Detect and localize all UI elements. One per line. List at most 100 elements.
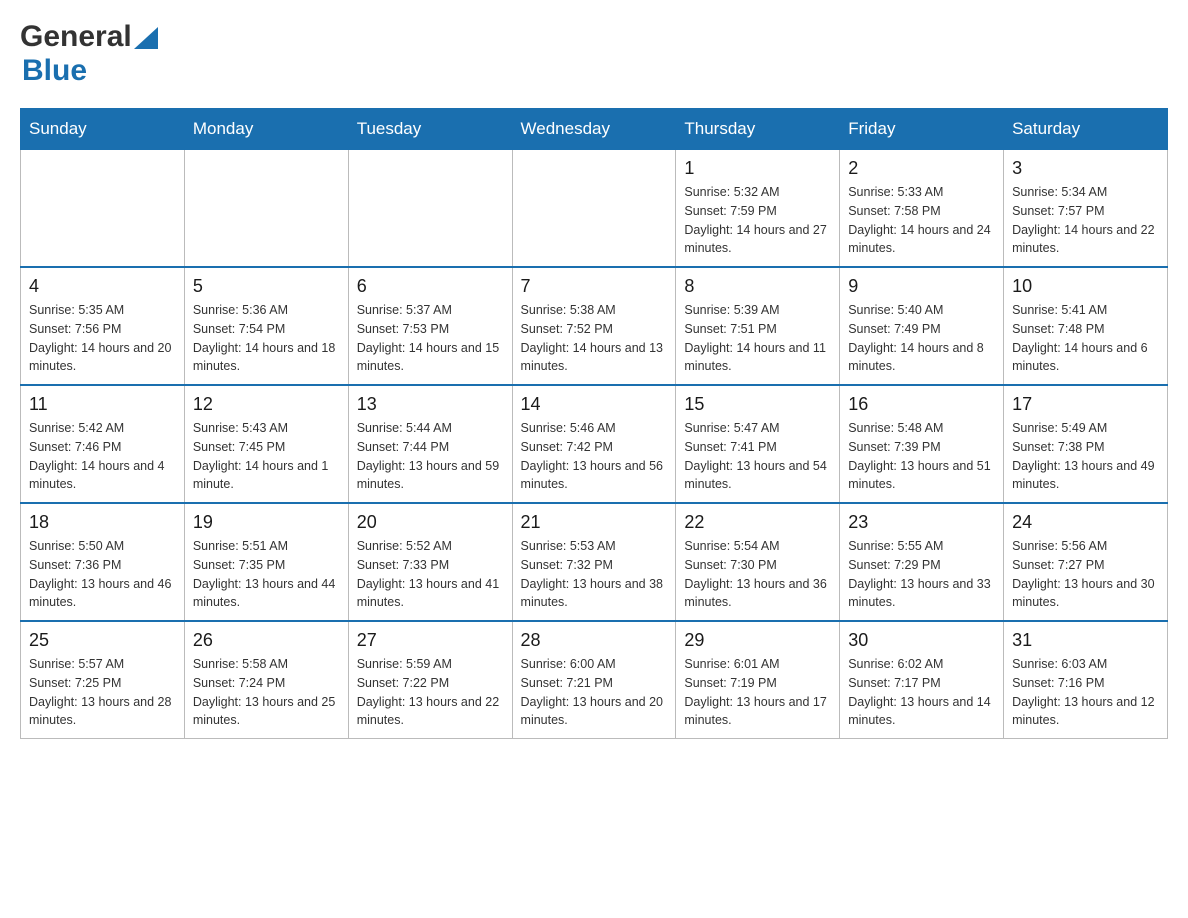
calendar-cell: 30 Sunrise: 6:02 AM Sunset: 7:17 PM Dayli…	[840, 621, 1004, 739]
calendar-cell: 24Sunrise: 5:56 AM Sunset: 7:27 PM Dayli…	[1004, 503, 1168, 621]
day-info: Sunrise: 5:38 AM Sunset: 7:52 PM Dayligh…	[521, 301, 668, 376]
day-info: Sunrise: 5:35 AM Sunset: 7:56 PM Dayligh…	[29, 301, 176, 376]
calendar-header-row: SundayMondayTuesdayWednesdayThursdayFrid…	[21, 109, 1168, 150]
day-number: 26	[193, 630, 340, 651]
day-info: Sunrise: 5:37 AM Sunset: 7:53 PM Dayligh…	[357, 301, 504, 376]
day-number: 29	[684, 630, 831, 651]
day-number: 18	[29, 512, 176, 533]
weekday-header-wednesday: Wednesday	[512, 109, 676, 150]
day-info: Sunrise: 5:46 AM Sunset: 7:42 PM Dayligh…	[521, 419, 668, 494]
day-number: 22	[684, 512, 831, 533]
day-number: 31	[1012, 630, 1159, 651]
day-info: Sunrise: 5:54 AM Sunset: 7:30 PM Dayligh…	[684, 537, 831, 612]
calendar-cell: 5 Sunrise: 5:36 AM Sunset: 7:54 PM Daylig…	[184, 267, 348, 385]
day-info: Sunrise: 6:00 AM Sunset: 7:21 PM Dayligh…	[521, 655, 668, 730]
calendar-cell: 14 Sunrise: 5:46 AM Sunset: 7:42 PM Dayli…	[512, 385, 676, 503]
calendar-cell: 26 Sunrise: 5:58 AM Sunset: 7:24 PM Dayli…	[184, 621, 348, 739]
day-info: Sunrise: 5:52 AM Sunset: 7:33 PM Dayligh…	[357, 537, 504, 612]
weekday-header-saturday: Saturday	[1004, 109, 1168, 150]
calendar-cell: 1 Sunrise: 5:32 AM Sunset: 7:59 PM Daylig…	[676, 150, 840, 268]
day-info: Sunrise: 5:56 AM Sunset: 7:27 PM Dayligh…	[1012, 537, 1159, 612]
day-info: Sunrise: 5:51 AM Sunset: 7:35 PM Dayligh…	[193, 537, 340, 612]
calendar-week-5: 25Sunrise: 5:57 AM Sunset: 7:25 PM Dayli…	[21, 621, 1168, 739]
day-info: Sunrise: 5:39 AM Sunset: 7:51 PM Dayligh…	[684, 301, 831, 376]
calendar-cell: 10 Sunrise: 5:41 AM Sunset: 7:48 PM Dayli…	[1004, 267, 1168, 385]
day-number: 17	[1012, 394, 1159, 415]
calendar-cell: 15 Sunrise: 5:47 AM Sunset: 7:41 PM Dayli…	[676, 385, 840, 503]
calendar-cell: 28 Sunrise: 6:00 AM Sunset: 7:21 PM Dayli…	[512, 621, 676, 739]
day-number: 14	[521, 394, 668, 415]
day-info: Sunrise: 5:42 AM Sunset: 7:46 PM Dayligh…	[29, 419, 176, 494]
day-info: Sunrise: 5:36 AM Sunset: 7:54 PM Dayligh…	[193, 301, 340, 376]
weekday-header-friday: Friday	[840, 109, 1004, 150]
day-number: 12	[193, 394, 340, 415]
day-info: Sunrise: 5:43 AM Sunset: 7:45 PM Dayligh…	[193, 419, 340, 494]
day-number: 5	[193, 276, 340, 297]
calendar-cell: 22 Sunrise: 5:54 AM Sunset: 7:30 PM Dayli…	[676, 503, 840, 621]
day-number: 2	[848, 158, 995, 179]
calendar-cell	[184, 150, 348, 268]
calendar-cell: 17Sunrise: 5:49 AM Sunset: 7:38 PM Dayli…	[1004, 385, 1168, 503]
day-info: Sunrise: 5:55 AM Sunset: 7:29 PM Dayligh…	[848, 537, 995, 612]
day-number: 30	[848, 630, 995, 651]
page-header: General Blue	[20, 20, 1168, 88]
weekday-header-thursday: Thursday	[676, 109, 840, 150]
calendar-cell	[348, 150, 512, 268]
day-info: Sunrise: 5:44 AM Sunset: 7:44 PM Dayligh…	[357, 419, 504, 494]
calendar-cell: 8 Sunrise: 5:39 AM Sunset: 7:51 PM Daylig…	[676, 267, 840, 385]
day-number: 7	[521, 276, 668, 297]
calendar-cell: 29 Sunrise: 6:01 AM Sunset: 7:19 PM Dayli…	[676, 621, 840, 739]
calendar-cell: 25Sunrise: 5:57 AM Sunset: 7:25 PM Dayli…	[21, 621, 185, 739]
day-info: Sunrise: 6:02 AM Sunset: 7:17 PM Dayligh…	[848, 655, 995, 730]
calendar-week-4: 18 Sunrise: 5:50 AM Sunset: 7:36 PM Dayli…	[21, 503, 1168, 621]
calendar-cell: 31Sunrise: 6:03 AM Sunset: 7:16 PM Dayli…	[1004, 621, 1168, 739]
calendar-cell: 19 Sunrise: 5:51 AM Sunset: 7:35 PM Dayli…	[184, 503, 348, 621]
day-number: 13	[357, 394, 504, 415]
calendar-cell: 16Sunrise: 5:48 AM Sunset: 7:39 PM Dayli…	[840, 385, 1004, 503]
day-info: Sunrise: 5:48 AM Sunset: 7:39 PM Dayligh…	[848, 419, 995, 494]
calendar-table: SundayMondayTuesdayWednesdayThursdayFrid…	[20, 108, 1168, 739]
calendar-week-1: 1 Sunrise: 5:32 AM Sunset: 7:59 PM Daylig…	[21, 150, 1168, 268]
day-info: Sunrise: 6:01 AM Sunset: 7:19 PM Dayligh…	[684, 655, 831, 730]
day-info: Sunrise: 5:50 AM Sunset: 7:36 PM Dayligh…	[29, 537, 176, 612]
calendar-cell: 7 Sunrise: 5:38 AM Sunset: 7:52 PM Daylig…	[512, 267, 676, 385]
logo-general-text: General	[20, 20, 132, 54]
calendar-cell: 12 Sunrise: 5:43 AM Sunset: 7:45 PM Dayli…	[184, 385, 348, 503]
logo-triangle-icon	[134, 27, 158, 49]
calendar-cell: 11 Sunrise: 5:42 AM Sunset: 7:46 PM Dayli…	[21, 385, 185, 503]
day-info: Sunrise: 5:41 AM Sunset: 7:48 PM Dayligh…	[1012, 301, 1159, 376]
day-info: Sunrise: 5:40 AM Sunset: 7:49 PM Dayligh…	[848, 301, 995, 376]
day-number: 8	[684, 276, 831, 297]
day-info: Sunrise: 5:32 AM Sunset: 7:59 PM Dayligh…	[684, 183, 831, 258]
day-number: 20	[357, 512, 504, 533]
day-number: 3	[1012, 158, 1159, 179]
logo-blue-text: Blue	[22, 54, 87, 87]
day-number: 1	[684, 158, 831, 179]
calendar-cell	[21, 150, 185, 268]
calendar-week-2: 4Sunrise: 5:35 AM Sunset: 7:56 PM Daylig…	[21, 267, 1168, 385]
calendar-week-3: 11 Sunrise: 5:42 AM Sunset: 7:46 PM Dayli…	[21, 385, 1168, 503]
day-number: 23	[848, 512, 995, 533]
day-info: Sunrise: 5:34 AM Sunset: 7:57 PM Dayligh…	[1012, 183, 1159, 258]
day-number: 28	[521, 630, 668, 651]
logo: General Blue	[20, 20, 158, 88]
calendar-cell: 4Sunrise: 5:35 AM Sunset: 7:56 PM Daylig…	[21, 267, 185, 385]
day-number: 11	[29, 394, 176, 415]
day-info: Sunrise: 5:47 AM Sunset: 7:41 PM Dayligh…	[684, 419, 831, 494]
calendar-cell: 23 Sunrise: 5:55 AM Sunset: 7:29 PM Dayli…	[840, 503, 1004, 621]
calendar-cell	[512, 150, 676, 268]
calendar-cell: 21 Sunrise: 5:53 AM Sunset: 7:32 PM Dayli…	[512, 503, 676, 621]
calendar-cell: 27 Sunrise: 5:59 AM Sunset: 7:22 PM Dayli…	[348, 621, 512, 739]
day-info: Sunrise: 5:58 AM Sunset: 7:24 PM Dayligh…	[193, 655, 340, 730]
day-number: 27	[357, 630, 504, 651]
day-info: Sunrise: 5:57 AM Sunset: 7:25 PM Dayligh…	[29, 655, 176, 730]
calendar-cell: 3 Sunrise: 5:34 AM Sunset: 7:57 PM Daylig…	[1004, 150, 1168, 268]
day-number: 19	[193, 512, 340, 533]
day-number: 10	[1012, 276, 1159, 297]
day-info: Sunrise: 5:53 AM Sunset: 7:32 PM Dayligh…	[521, 537, 668, 612]
calendar-cell: 18 Sunrise: 5:50 AM Sunset: 7:36 PM Dayli…	[21, 503, 185, 621]
day-number: 15	[684, 394, 831, 415]
day-info: Sunrise: 5:59 AM Sunset: 7:22 PM Dayligh…	[357, 655, 504, 730]
day-number: 21	[521, 512, 668, 533]
calendar-cell: 2Sunrise: 5:33 AM Sunset: 7:58 PM Daylig…	[840, 150, 1004, 268]
